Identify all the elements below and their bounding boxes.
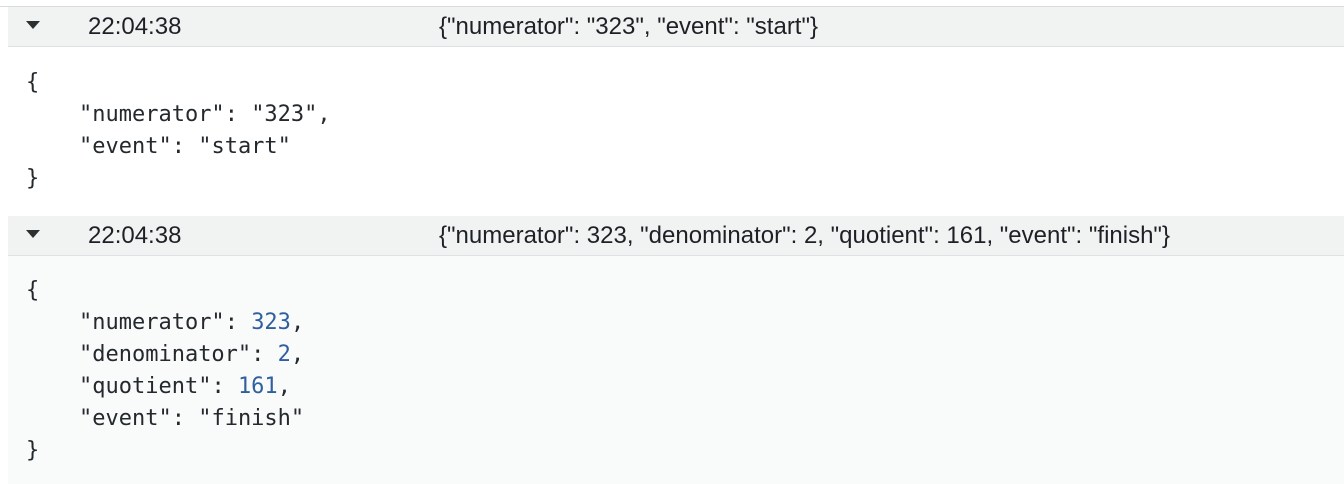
json-close-brace: } — [26, 166, 40, 191]
json-separator: : — [224, 310, 252, 335]
log-entry-detail: { "numerator": "323", "event": "start" } — [8, 48, 1344, 216]
log-entry-header[interactable]: 22:04:38 {"numerator": "323", "event": "… — [8, 7, 1344, 47]
collapse-toggle-icon[interactable] — [26, 21, 40, 29]
log-entry-detail: { "numerator": 323, "denominator": 2, "q… — [8, 256, 1344, 484]
json-separator: : — [251, 342, 278, 367]
json-key: "event" — [78, 134, 172, 159]
entry-message: {"numerator": "323", "event": "start"} — [439, 13, 819, 40]
json-comma: , — [290, 310, 305, 335]
json-string-value: "323" — [251, 102, 318, 127]
json-string-value: "start" — [198, 134, 291, 159]
json-open-brace: { — [26, 70, 40, 95]
previous-entry-edge — [0, 0, 1344, 7]
entry-message: {"numerator": 323, "denominator": 2, "qu… — [439, 222, 1170, 249]
json-key: "quotient" — [78, 374, 212, 399]
entry-timestamp: 22:04:38 — [88, 13, 182, 40]
json-string-value: "finish" — [198, 406, 305, 431]
json-separator: : — [211, 374, 238, 399]
log-entry-header[interactable]: 22:04:38 {"numerator": 323, "denominator… — [8, 216, 1344, 256]
json-comma: , — [317, 102, 331, 127]
json-separator: : — [171, 134, 199, 159]
json-close-brace: } — [26, 438, 40, 463]
json-number-value: 161 — [237, 374, 278, 399]
json-comma: , — [277, 374, 291, 399]
json-key: "numerator" — [78, 310, 225, 335]
json-number-value: 2 — [277, 342, 291, 367]
json-separator: : — [171, 406, 199, 431]
entry-timestamp: 22:04:38 — [88, 222, 182, 249]
json-key: "event" — [78, 406, 172, 431]
json-comma: , — [290, 342, 305, 367]
json-separator: : — [224, 102, 252, 127]
json-viewer: { "numerator": "323", "event": "start" } — [26, 67, 331, 195]
json-key: "numerator" — [78, 102, 225, 127]
json-open-brace: { — [26, 278, 40, 303]
json-key: "denominator" — [78, 342, 252, 367]
json-number-value: 323 — [251, 310, 291, 335]
collapse-toggle-icon[interactable] — [26, 230, 40, 238]
json-viewer: { "numerator": 323, "denominator": 2, "q… — [26, 275, 304, 467]
